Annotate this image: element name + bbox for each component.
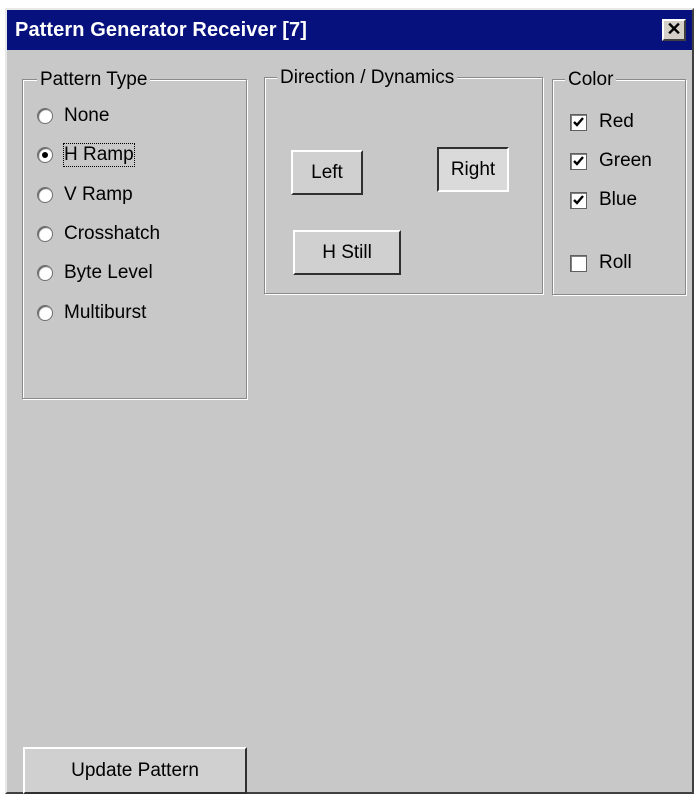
check-icon — [573, 116, 584, 127]
color-legend: Color — [565, 69, 617, 91]
pattern-type-legend: Pattern Type — [37, 69, 151, 91]
color-group: Color Red Green Blue Roll — [552, 69, 686, 295]
checkbox-green[interactable]: Green — [570, 148, 652, 174]
window-title: Pattern Generator Receiver [7] — [15, 19, 308, 41]
radio-label: Byte Level — [64, 262, 153, 283]
radio-label: H Ramp — [63, 143, 135, 167]
radio-multiburst[interactable]: Multiburst — [37, 300, 146, 326]
checkbox-roll[interactable]: Roll — [570, 250, 632, 276]
title-bar[interactable]: Pattern Generator Receiver [7] ✕ — [7, 10, 692, 50]
update-pattern-button[interactable]: Update Pattern — [23, 747, 247, 794]
close-button[interactable]: ✕ — [662, 19, 686, 41]
checkbox[interactable] — [570, 152, 587, 170]
radio-label: Multiburst — [64, 302, 147, 323]
radio-label: Crosshatch — [64, 223, 161, 244]
radio-label: V Ramp — [64, 184, 133, 205]
radio-label: None — [64, 105, 110, 126]
direction-legend: Direction / Dynamics — [277, 67, 458, 89]
radio-button[interactable] — [37, 265, 53, 281]
radio-none[interactable]: None — [37, 103, 109, 129]
checkbox-blue[interactable]: Blue — [570, 187, 637, 213]
left-button[interactable]: Left — [291, 150, 363, 195]
checkbox-label: Green — [599, 150, 652, 171]
pattern-type-group: Pattern Type None H Ramp V Ramp Crosshat… — [22, 69, 247, 399]
radio-button[interactable] — [37, 226, 53, 242]
check-icon — [573, 155, 584, 166]
radio-selected-dot — [42, 152, 48, 158]
dialog-window: Pattern Generator Receiver [7] ✕ Pattern… — [5, 8, 694, 794]
radio-v-ramp[interactable]: V Ramp — [37, 182, 133, 208]
checkbox-red[interactable]: Red — [570, 109, 634, 135]
checkbox-label: Blue — [599, 189, 638, 210]
radio-crosshatch[interactable]: Crosshatch — [37, 221, 160, 247]
radio-h-ramp[interactable]: H Ramp — [37, 142, 135, 168]
checkbox[interactable] — [570, 254, 587, 272]
checkbox[interactable] — [570, 113, 587, 131]
radio-button[interactable] — [37, 305, 53, 321]
check-icon — [573, 194, 584, 205]
direction-dynamics-group: Direction / Dynamics Left Right H Still — [264, 67, 543, 294]
radio-button[interactable] — [37, 108, 53, 124]
checkbox-label: Red — [599, 111, 634, 132]
checkbox-label: Roll — [599, 252, 632, 273]
h-still-button[interactable]: H Still — [293, 230, 401, 275]
right-button[interactable]: Right — [437, 147, 509, 192]
radio-button[interactable] — [37, 147, 53, 163]
checkbox[interactable] — [570, 191, 587, 209]
radio-byte-level[interactable]: Byte Level — [37, 260, 153, 286]
radio-button[interactable] — [37, 187, 53, 203]
close-icon: ✕ — [666, 19, 682, 39]
